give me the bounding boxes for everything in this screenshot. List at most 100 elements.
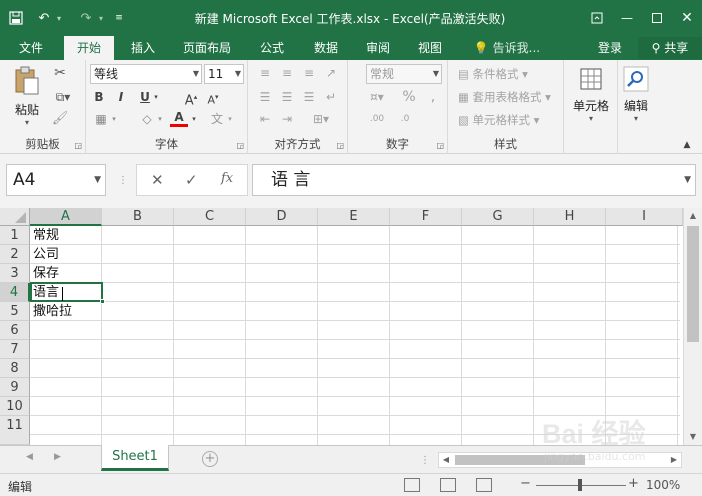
- decrease-indent-icon[interactable]: ⇤: [256, 110, 274, 128]
- align-left-icon[interactable]: ☰: [256, 88, 274, 106]
- customize-qat-icon[interactable]: ≡: [112, 0, 126, 36]
- number-format-select[interactable]: 常规 ▼: [366, 64, 442, 84]
- ribbon-display-icon[interactable]: [582, 0, 612, 36]
- row-header[interactable]: 6: [0, 321, 30, 340]
- close-icon[interactable]: ✕: [672, 0, 702, 36]
- column-header[interactable]: B: [102, 208, 174, 226]
- cell-a1[interactable]: 常规: [33, 226, 59, 245]
- alignment-launcher-icon[interactable]: ◲: [336, 141, 344, 150]
- next-sheet-icon[interactable]: ▶: [54, 452, 61, 462]
- tell-me-search[interactable]: 💡 告诉我...: [470, 36, 544, 60]
- zoom-out-icon[interactable]: −: [520, 476, 531, 491]
- tab-split-grip-icon[interactable]: ⋮: [420, 452, 430, 470]
- font-name-select[interactable]: 等线 ▼: [90, 64, 202, 84]
- font-color-dropdown-icon[interactable]: ▾: [190, 110, 198, 128]
- editing-button[interactable]: 编辑 ▾: [618, 66, 654, 123]
- row-header[interactable]: 11: [0, 416, 30, 445]
- paste-button[interactable]: 粘贴 ▾: [10, 66, 44, 127]
- column-header[interactable]: A: [30, 208, 102, 226]
- select-all-corner[interactable]: [0, 208, 30, 226]
- fill-color-dropdown-icon[interactable]: ▾: [156, 110, 164, 128]
- phonetic-icon[interactable]: 文: [208, 110, 226, 128]
- new-sheet-icon[interactable]: +: [202, 451, 218, 467]
- insert-function-button[interactable]: fx: [221, 171, 233, 186]
- align-right-icon[interactable]: ☰: [300, 88, 318, 106]
- previous-sheet-icon[interactable]: ◀: [26, 452, 33, 462]
- scroll-up-icon[interactable]: ▲: [684, 208, 702, 224]
- column-header[interactable]: G: [462, 208, 534, 226]
- login-link[interactable]: 登录: [592, 36, 628, 60]
- collapse-ribbon-icon[interactable]: ▲: [680, 136, 694, 154]
- cancel-icon[interactable]: ✕: [151, 171, 164, 189]
- row-header[interactable]: 7: [0, 340, 30, 359]
- orientation-icon[interactable]: ↗: [322, 64, 340, 82]
- worksheet-grid[interactable]: A B C D E F G H I 1 2 3 4 5 6 7 8 9 10 1…: [0, 208, 702, 445]
- underline-dropdown-icon[interactable]: ▾: [152, 88, 160, 106]
- column-header[interactable]: F: [390, 208, 462, 226]
- font-size-select[interactable]: 11 ▼: [204, 64, 244, 84]
- cell-a3[interactable]: 保存: [33, 264, 59, 283]
- format-painter-icon[interactable]: 🖌: [50, 110, 70, 128]
- italic-button[interactable]: I: [114, 88, 128, 106]
- vertical-scroll-thumb[interactable]: [687, 226, 699, 342]
- cells-button[interactable]: 单元格 ▾: [570, 66, 612, 123]
- fill-handle[interactable]: [100, 299, 105, 304]
- share-button[interactable]: ⚲ 共享: [638, 37, 702, 59]
- row-header[interactable]: 4: [0, 283, 30, 302]
- tab-data[interactable]: 数据: [304, 36, 348, 60]
- page-layout-view-icon[interactable]: [440, 478, 456, 492]
- enter-icon[interactable]: ✓: [185, 171, 198, 189]
- column-header[interactable]: C: [174, 208, 246, 226]
- conditional-format-button[interactable]: ▤ 条件格式 ▾: [458, 66, 528, 82]
- zoom-level[interactable]: 100%: [646, 478, 680, 492]
- expand-formula-icon[interactable]: ▼: [684, 165, 691, 195]
- column-header[interactable]: H: [534, 208, 606, 226]
- row-header[interactable]: 2: [0, 245, 30, 264]
- align-center-icon[interactable]: ☰: [278, 88, 296, 106]
- tab-insert[interactable]: 插入: [120, 36, 166, 60]
- scroll-left-icon[interactable]: ◀: [439, 453, 453, 467]
- wrap-text-icon[interactable]: ↵: [322, 88, 340, 106]
- formula-bar-grip-icon[interactable]: ⋮: [118, 172, 128, 190]
- row-header[interactable]: 8: [0, 359, 30, 378]
- fill-color-icon[interactable]: ◇: [138, 110, 156, 128]
- align-bottom-icon[interactable]: ≡: [300, 64, 318, 82]
- cell-styles-button[interactable]: ▧ 单元格样式 ▾: [458, 112, 539, 128]
- maximize-icon[interactable]: [642, 0, 672, 36]
- page-break-view-icon[interactable]: [476, 478, 492, 492]
- column-header[interactable]: E: [318, 208, 390, 226]
- row-header[interactable]: 3: [0, 264, 30, 283]
- row-header[interactable]: 5: [0, 302, 30, 321]
- clipboard-launcher-icon[interactable]: ◲: [74, 141, 82, 150]
- cell-a5[interactable]: 撒哈拉: [33, 302, 72, 321]
- format-as-table-button[interactable]: ▦ 套用表格格式 ▾: [458, 89, 551, 105]
- cut-icon[interactable]: ✂: [50, 64, 70, 82]
- border-icon[interactable]: ▦: [92, 110, 110, 128]
- underline-button[interactable]: U: [138, 88, 152, 106]
- increase-indent-icon[interactable]: ⇥: [278, 110, 296, 128]
- number-launcher-icon[interactable]: ◲: [436, 141, 444, 150]
- save-icon[interactable]: [6, 0, 26, 36]
- tab-page-layout[interactable]: 页面布局: [176, 36, 238, 60]
- vertical-scrollbar[interactable]: ▲ ▼: [683, 208, 702, 445]
- row-header[interactable]: 9: [0, 378, 30, 397]
- bold-button[interactable]: B: [92, 88, 106, 106]
- decrease-decimal-icon[interactable]: .0: [394, 110, 416, 128]
- zoom-in-icon[interactable]: +: [628, 476, 639, 491]
- currency-icon[interactable]: ¤▾: [366, 88, 388, 106]
- column-header[interactable]: D: [246, 208, 318, 226]
- tab-formulas[interactable]: 公式: [250, 36, 294, 60]
- align-middle-icon[interactable]: ≡: [278, 64, 296, 82]
- sheet-tab[interactable]: Sheet1: [101, 445, 169, 471]
- formula-input[interactable]: 语 言 ▼: [252, 164, 696, 196]
- row-header[interactable]: 10: [0, 397, 30, 416]
- border-dropdown-icon[interactable]: ▾: [110, 110, 118, 128]
- grow-font-button[interactable]: A▴: [182, 88, 200, 110]
- undo-dropdown-icon[interactable]: ▾: [54, 0, 64, 36]
- cell-a2[interactable]: 公司: [33, 245, 59, 264]
- row-header[interactable]: 1: [0, 226, 30, 245]
- merge-center-icon[interactable]: ⊞▾: [308, 110, 334, 128]
- phonetic-dropdown-icon[interactable]: ▾: [226, 110, 234, 128]
- undo-icon[interactable]: ↶: [34, 0, 54, 36]
- normal-view-icon[interactable]: [404, 478, 420, 492]
